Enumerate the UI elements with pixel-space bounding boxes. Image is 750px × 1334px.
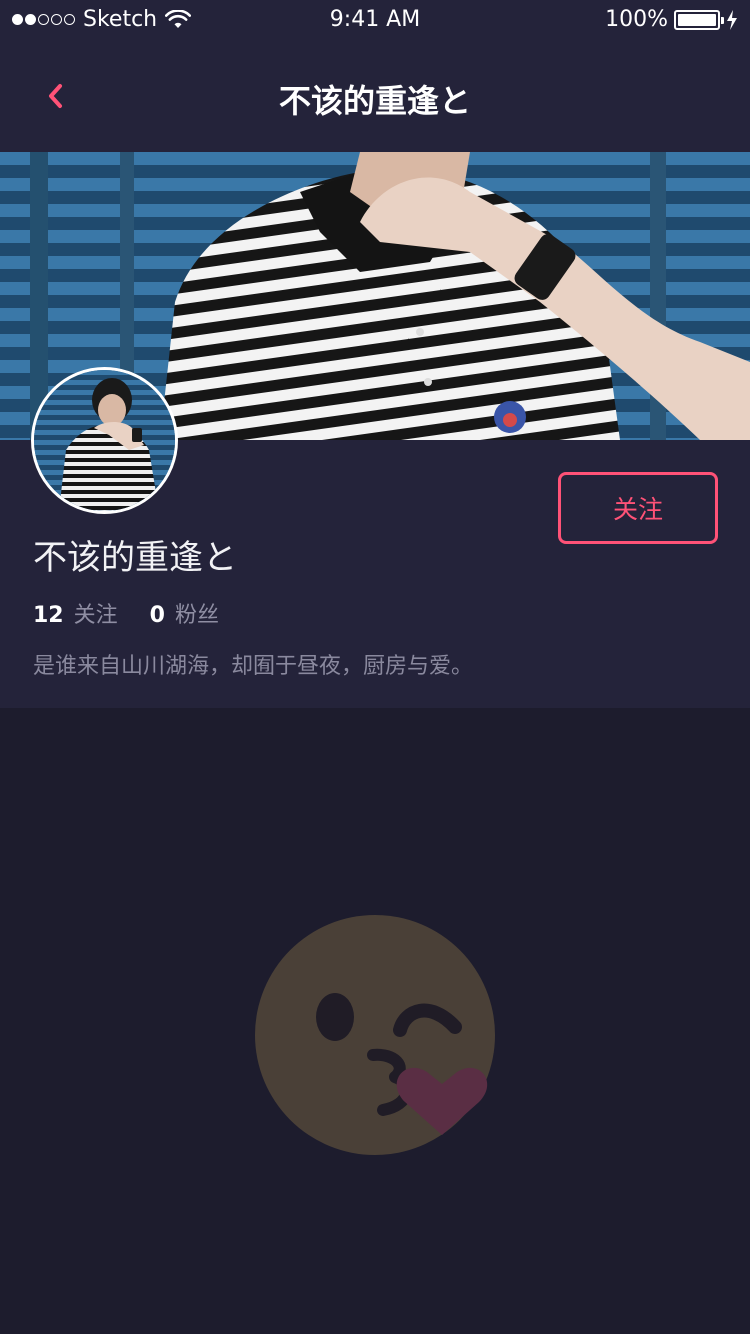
battery-icon — [674, 9, 724, 30]
page-title: 不该的重逢と — [278, 82, 471, 120]
avatar-image — [34, 370, 175, 511]
followers-label: 粉丝 — [174, 603, 219, 628]
navigation-bar: 不该的重逢と — [0, 40, 750, 152]
profile-stats: 12 关注 0 粉丝 — [33, 597, 219, 629]
following-stat[interactable]: 12 关注 — [33, 597, 118, 629]
kissing-face-emoji-icon — [255, 915, 500, 1160]
charging-bolt-icon — [727, 9, 737, 30]
following-label: 关注 — [73, 603, 118, 628]
profile-bio: 是谁来自山川湖海，却囿于昼夜，厨房与爱。 — [33, 654, 474, 679]
status-bar: Sketch 9:41 AM 100% — [0, 0, 750, 40]
following-count: 12 — [33, 603, 64, 628]
username: 不该的重逢と — [33, 538, 237, 578]
followers-count: 0 — [149, 603, 165, 628]
follow-button[interactable]: 关注 — [558, 472, 718, 544]
profile-screen: Sketch 9:41 AM 100% 不该的重逢と 关注 不该的重逢と 12 … — [0, 0, 750, 1334]
followers-stat[interactable]: 0 粉丝 — [150, 597, 219, 629]
avatar[interactable] — [31, 367, 178, 514]
battery-percent: 100% — [605, 7, 668, 32]
status-right: 100% — [605, 7, 738, 32]
